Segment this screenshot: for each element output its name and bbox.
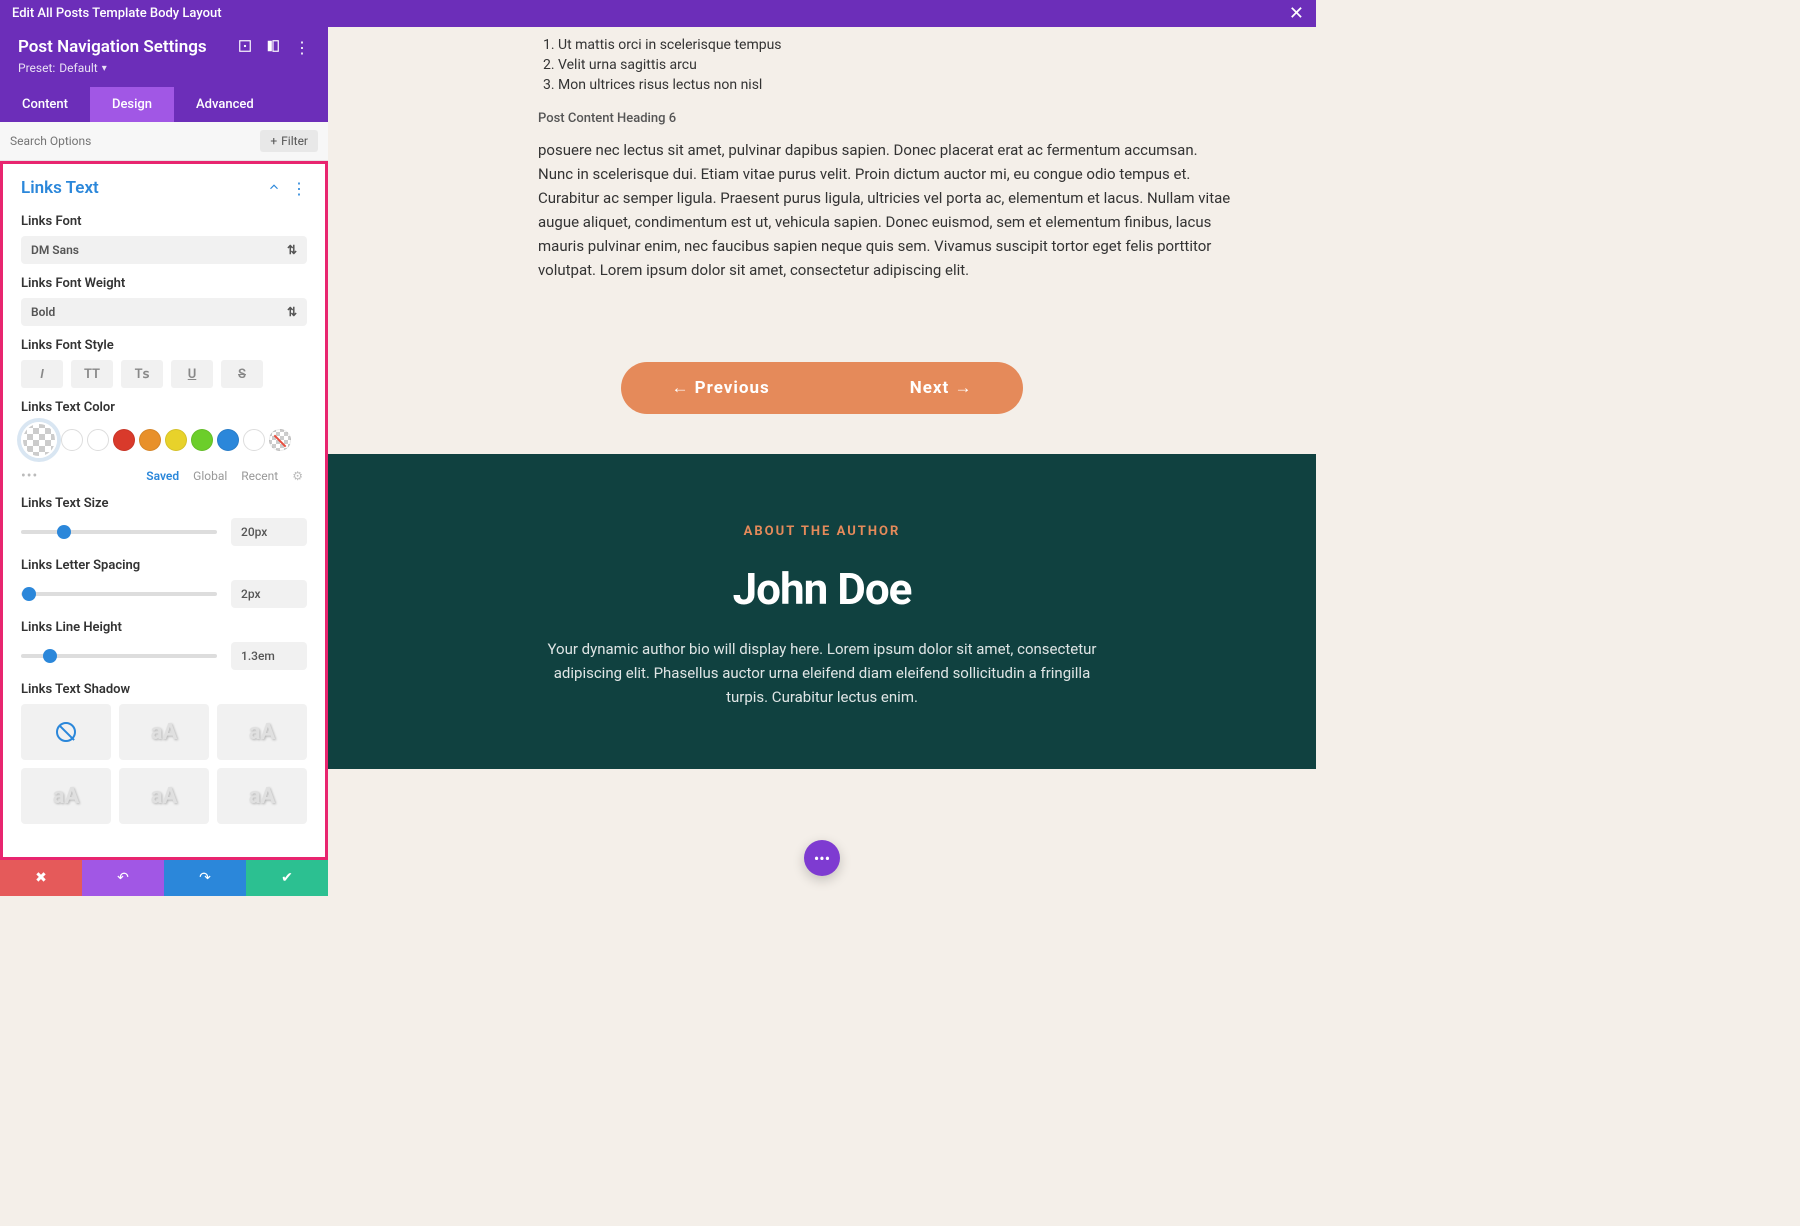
- panel-icon[interactable]: [266, 38, 280, 57]
- list-item: Mon ultrices risus lectus non nisl: [558, 77, 1236, 93]
- kebab-icon[interactable]: ⋮: [291, 179, 307, 198]
- settings-header: Post Navigation Settings ⋮ Preset: Defau…: [0, 27, 328, 87]
- header-title: Edit All Posts Template Body Layout: [12, 6, 222, 21]
- updown-icon: ⇅: [287, 243, 297, 257]
- author-section: ABOUT THE AUTHOR John Doe Your dynamic a…: [328, 454, 1316, 769]
- color-swatch[interactable]: [191, 429, 213, 451]
- shadow-preset[interactable]: aA: [217, 704, 307, 760]
- chevron-down-icon: ▾: [102, 63, 107, 74]
- panel-body: Links Text ⋮ Links Font DM Sans ⇅ Links …: [0, 161, 328, 860]
- settings-title: Post Navigation Settings: [18, 37, 207, 57]
- font-label: Links Font: [21, 214, 307, 229]
- collapse-icon[interactable]: [267, 179, 281, 198]
- kebab-icon[interactable]: ⋮: [294, 38, 310, 57]
- prev-link[interactable]: ← Previous: [671, 378, 769, 398]
- filter-button[interactable]: +Filter: [260, 130, 318, 152]
- next-link[interactable]: Next →: [910, 378, 973, 398]
- author-bio: Your dynamic author bio will display her…: [542, 637, 1102, 709]
- uppercase-button[interactable]: TT: [71, 360, 113, 388]
- color-swatch-empty[interactable]: [243, 429, 265, 451]
- color-label: Links Text Color: [21, 400, 307, 415]
- footer-buttons: ✖ ↶ ↷ ✔: [0, 860, 328, 896]
- search-input[interactable]: [10, 134, 260, 148]
- smallcaps-button[interactable]: Tꜱ: [121, 360, 163, 388]
- strike-button[interactable]: S: [221, 360, 263, 388]
- preset-selector[interactable]: Preset: Default ▾: [18, 61, 310, 75]
- fab-more-icon[interactable]: •••: [804, 840, 840, 876]
- undo-button[interactable]: ↶: [82, 860, 164, 896]
- size-slider[interactable]: [21, 530, 217, 534]
- style-label: Links Font Style: [21, 338, 307, 353]
- redo-button[interactable]: ↷: [164, 860, 246, 896]
- color-swatch[interactable]: [217, 429, 239, 451]
- spacing-slider[interactable]: [21, 592, 217, 596]
- color-tab-global[interactable]: Global: [193, 469, 227, 483]
- updown-icon: ⇅: [287, 305, 297, 319]
- settings-sidebar: Post Navigation Settings ⋮ Preset: Defau…: [0, 27, 328, 896]
- shadow-preset[interactable]: aA: [119, 768, 209, 824]
- tab-design[interactable]: Design: [90, 87, 174, 122]
- app-header: Edit All Posts Template Body Layout ✕: [0, 0, 1316, 27]
- heading-6: Post Content Heading 6: [538, 111, 1236, 126]
- lineheight-slider[interactable]: [21, 654, 217, 658]
- paragraph: posuere nec lectus sit amet, pulvinar da…: [538, 138, 1236, 282]
- list-item: Velit urna sagittis arcu: [558, 57, 1236, 73]
- color-current-swatch[interactable]: [21, 422, 57, 458]
- author-label: ABOUT THE AUTHOR: [448, 524, 1196, 539]
- spacing-label: Links Letter Spacing: [21, 558, 307, 573]
- tab-advanced[interactable]: Advanced: [174, 87, 276, 122]
- save-button[interactable]: ✔: [246, 860, 328, 896]
- font-select[interactable]: DM Sans ⇅: [21, 236, 307, 264]
- gear-icon[interactable]: ⚙: [292, 469, 303, 483]
- size-label: Links Text Size: [21, 496, 307, 511]
- settings-tabs: Content Design Advanced: [0, 87, 328, 122]
- shadow-preset[interactable]: aA: [217, 768, 307, 824]
- tab-content[interactable]: Content: [0, 87, 90, 122]
- search-row: +Filter: [0, 122, 328, 161]
- discard-button[interactable]: ✖: [0, 860, 82, 896]
- post-navigation: ← Previous Next →: [328, 332, 1316, 454]
- color-swatch[interactable]: [139, 429, 161, 451]
- canvas[interactable]: Ut mattis orci in scelerisque tempus Vel…: [328, 27, 1316, 896]
- color-swatch-empty[interactable]: [61, 429, 83, 451]
- italic-button[interactable]: I: [21, 360, 63, 388]
- lineheight-value[interactable]: 1.3em: [231, 642, 307, 670]
- color-tab-recent[interactable]: Recent: [241, 469, 278, 483]
- color-swatch[interactable]: [165, 429, 187, 451]
- shadow-none[interactable]: [21, 704, 111, 760]
- underline-button[interactable]: U: [171, 360, 213, 388]
- color-tab-saved[interactable]: Saved: [146, 469, 179, 483]
- color-swatch-empty[interactable]: [87, 429, 109, 451]
- weight-select[interactable]: Bold ⇅: [21, 298, 307, 326]
- lineheight-label: Links Line Height: [21, 620, 307, 635]
- shadow-label: Links Text Shadow: [21, 682, 307, 697]
- close-icon[interactable]: ✕: [1289, 3, 1304, 24]
- size-value[interactable]: 20px: [231, 518, 307, 546]
- author-name: John Doe: [448, 563, 1196, 615]
- shadow-preset[interactable]: aA: [21, 768, 111, 824]
- color-swatch[interactable]: [113, 429, 135, 451]
- spacing-value[interactable]: 2px: [231, 580, 307, 608]
- list-item: Ut mattis orci in scelerisque tempus: [558, 37, 1236, 53]
- color-swatch-none[interactable]: [269, 429, 291, 451]
- weight-label: Links Font Weight: [21, 276, 307, 291]
- ordered-list: Ut mattis orci in scelerisque tempus Vel…: [538, 37, 1236, 93]
- section-title[interactable]: Links Text: [21, 178, 99, 198]
- shadow-preset[interactable]: aA: [119, 704, 209, 760]
- more-dots-icon[interactable]: •••: [21, 468, 38, 484]
- focus-icon[interactable]: [238, 38, 252, 57]
